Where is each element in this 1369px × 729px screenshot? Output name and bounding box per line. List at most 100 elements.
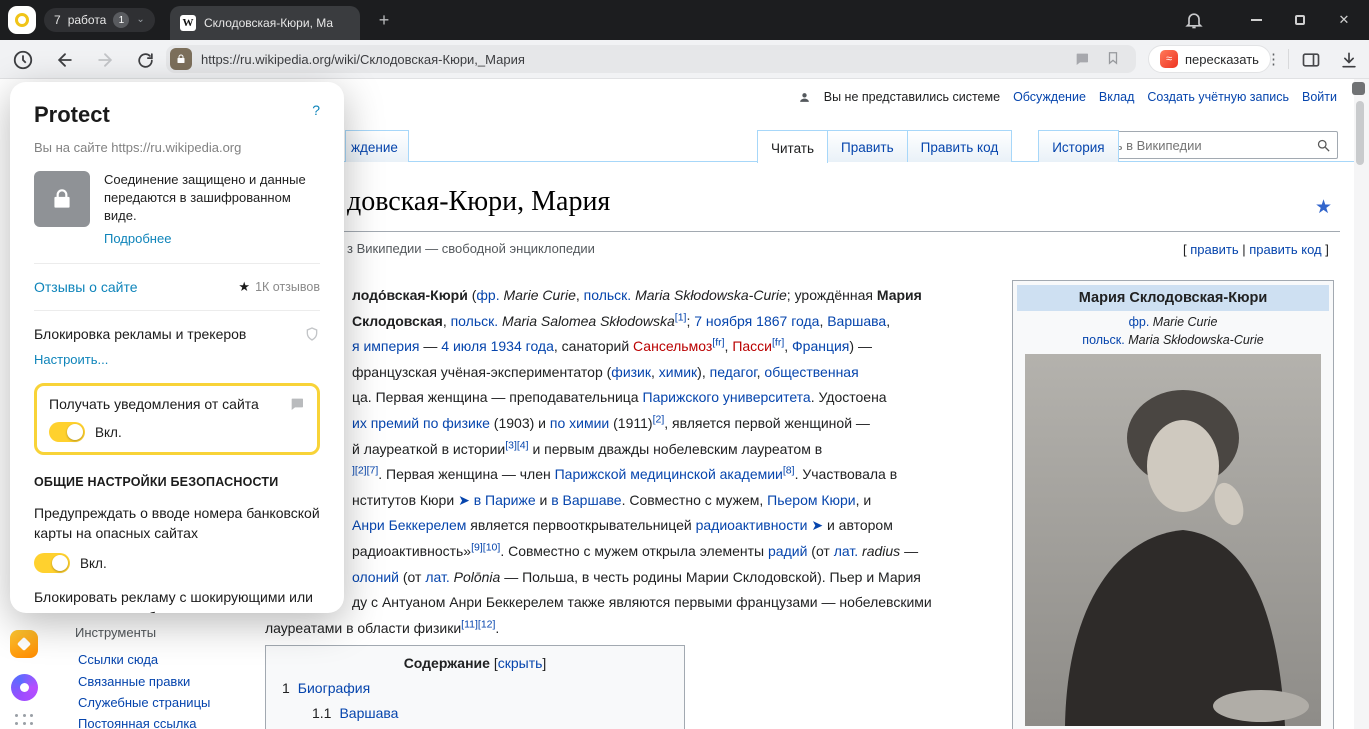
bell-icon[interactable] — [1184, 10, 1204, 30]
forward-button[interactable] — [94, 49, 116, 71]
tool-link-permanent[interactable]: Постоянная ссылка — [78, 716, 197, 729]
wiki-link[interactable]: химик — [659, 364, 697, 380]
download-icon[interactable] — [1338, 49, 1360, 71]
url-text[interactable]: https://ru.wikipedia.org/wiki/Склодовска… — [201, 52, 525, 67]
toc-heading: Содержание — [404, 655, 490, 671]
active-tab[interactable]: W Склодовская-Кюри, Ма — [170, 6, 360, 40]
footnote-ref[interactable]: [11][12] — [461, 618, 495, 630]
new-tab-button[interactable]: + — [372, 8, 396, 32]
edit-link[interactable]: править — [1190, 242, 1238, 257]
reload-button[interactable] — [134, 49, 156, 71]
lang-link[interactable]: фр. — [1129, 315, 1150, 329]
footnote-ref[interactable]: [1] — [675, 311, 687, 323]
footnote-ref[interactable]: [9][10] — [471, 541, 500, 553]
browser-menu-button[interactable] — [8, 6, 36, 34]
login-link[interactable]: Войти — [1302, 90, 1337, 104]
wiki-link[interactable]: 4 июля — [441, 338, 486, 354]
maximize-button[interactable] — [1288, 10, 1312, 30]
maximize-icon — [1295, 15, 1305, 25]
tab-history[interactable]: История — [1038, 130, 1118, 162]
wiki-link[interactable]: польск. — [584, 287, 632, 303]
contribs-link[interactable]: Вклад — [1099, 90, 1135, 104]
tools-heading: Инструменты — [75, 625, 156, 640]
wiki-redlink[interactable]: Сансельмоз — [633, 338, 712, 354]
wiki-link[interactable]: фр. — [476, 287, 499, 303]
site-reviews-link[interactable]: Отзывы о сайте — [34, 279, 138, 295]
portrait-photo[interactable] — [1025, 354, 1321, 726]
wiki-link[interactable]: педагог — [710, 364, 757, 380]
bank-card-warning-label: Предупреждать о вводе номера банковской … — [34, 503, 320, 543]
talk-link[interactable]: Обсуждение — [1013, 90, 1086, 104]
wiki-link[interactable]: Франция — [792, 338, 849, 354]
wiki-link[interactable]: в Варшаве — [551, 492, 621, 508]
wiki-link[interactable]: лат. — [834, 543, 858, 559]
wiki-link[interactable]: Анри Беккерелем — [352, 517, 466, 533]
toolbar-menu-dots[interactable]: ⋮ — [1266, 50, 1281, 68]
search-icon[interactable] — [1316, 138, 1331, 153]
tab-read[interactable]: Читать — [757, 130, 828, 163]
scroll-up-button[interactable] — [1352, 82, 1365, 95]
site-tagline: з Википедии — свободной энциклопедии — [347, 241, 595, 256]
wiki-link[interactable]: Парижского университета — [643, 389, 811, 405]
toc-link[interactable]: Биография — [298, 680, 370, 696]
yandex-market-icon[interactable] — [10, 630, 38, 658]
more-dots-icon[interactable] — [15, 714, 35, 726]
wiki-link[interactable]: польск. — [451, 313, 499, 329]
wiki-link[interactable]: ➤ — [811, 517, 823, 533]
tab-edit-code[interactable]: Править код — [907, 130, 1013, 162]
minimize-button[interactable] — [1244, 10, 1268, 30]
create-account-link[interactable]: Создать учётную запись — [1147, 90, 1289, 104]
wiki-link[interactable]: олоний — [352, 569, 399, 585]
bookmark-flag-icon[interactable] — [1106, 50, 1120, 71]
toc-link[interactable]: Варшава — [339, 705, 398, 721]
history-clock-icon[interactable] — [12, 49, 34, 71]
wiki-link[interactable]: радий — [768, 543, 807, 559]
footnote-ref[interactable]: ][2][7] — [352, 465, 378, 477]
wiki-link[interactable]: я империя — [352, 338, 419, 354]
wiki-link[interactable]: по химии — [550, 415, 609, 431]
wiki-link[interactable]: 1867 года — [756, 313, 819, 329]
close-button[interactable]: ✕ — [1332, 10, 1356, 30]
back-button[interactable] — [54, 49, 76, 71]
wiki-link[interactable]: 1934 года — [491, 338, 554, 354]
details-link[interactable]: Подробнее — [104, 231, 171, 246]
scrollbar-thumb[interactable] — [1356, 101, 1364, 165]
tab-discussion-partial[interactable]: ждение — [345, 130, 409, 162]
comment-bubble-icon[interactable] — [1074, 51, 1090, 72]
wiki-link[interactable]: общественная — [764, 364, 858, 380]
tab-group-chip[interactable]: 7 работа 1 ⌄ — [44, 8, 155, 32]
wiki-redlink[interactable]: Пасси — [732, 338, 772, 354]
tab-edit[interactable]: Править — [827, 130, 908, 162]
footnote-ref[interactable]: [3][4] — [505, 439, 528, 451]
wiki-link[interactable]: 7 ноября — [694, 313, 752, 329]
wiki-link[interactable]: радиоактивности — [696, 517, 808, 533]
wiki-link[interactable]: Парижской медицинской академии — [555, 466, 783, 482]
site-lock-icon[interactable] — [170, 48, 192, 70]
wiki-link[interactable]: Варшава — [827, 313, 886, 329]
wiki-link[interactable]: их премий по физике — [352, 415, 490, 431]
wiki-link[interactable]: Пьером Кюри — [767, 492, 856, 508]
bank-card-toggle[interactable] — [34, 553, 70, 573]
help-link[interactable]: ? — [312, 102, 320, 118]
tool-link-whatlinkshere[interactable]: Ссылки сюда — [78, 652, 158, 667]
wiki-link[interactable]: в Париже — [474, 492, 536, 508]
tool-link-special[interactable]: Служебные страницы — [78, 695, 210, 710]
footnote-ref[interactable]: [fr] — [772, 337, 784, 349]
footnote-ref[interactable]: [8] — [783, 465, 795, 477]
tool-link-related[interactable]: Связанные правки — [78, 674, 190, 689]
footnote-ref[interactable]: [fr] — [712, 337, 724, 349]
footnote-ref[interactable]: [2] — [653, 413, 665, 425]
address-bar[interactable]: https://ru.wikipedia.org/wiki/Склодовска… — [166, 45, 1136, 73]
side-panels-icon[interactable] — [1300, 49, 1322, 71]
edit-code-link[interactable]: править код — [1249, 242, 1321, 257]
configure-link[interactable]: Настроить... — [34, 352, 108, 367]
alice-icon[interactable] — [11, 674, 38, 701]
lang-link[interactable]: польск. — [1082, 333, 1124, 347]
toc-hide-link[interactable]: скрыть — [498, 655, 543, 671]
wiki-link[interactable]: ➤ — [458, 492, 470, 508]
summarize-button[interactable]: ≈ пересказать — [1148, 45, 1271, 73]
notifications-toggle[interactable] — [49, 422, 85, 442]
wiki-link[interactable]: лат. — [425, 569, 449, 585]
watch-star-icon[interactable]: ★ — [1315, 196, 1332, 219]
wiki-link[interactable]: физик — [611, 364, 651, 380]
